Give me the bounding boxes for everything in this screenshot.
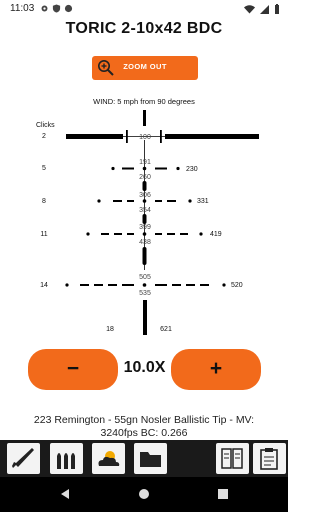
weather-icon: [98, 451, 120, 466]
ammo-icon: [57, 453, 75, 469]
yardage-label: 331: [197, 198, 209, 205]
left-tick: [126, 130, 128, 143]
bottom-post: [143, 300, 147, 335]
folder-icon: [140, 452, 161, 467]
page-title: TORIC 2-10x42 BDC: [65, 20, 223, 37]
home-icon[interactable]: [138, 488, 150, 500]
minus-label: −: [66, 357, 80, 380]
bottom-toolbar: [0, 440, 288, 477]
yardage-label: 399: [139, 224, 151, 231]
clipboard-icon: [260, 448, 278, 470]
bottom-right-label: 621: [160, 326, 172, 333]
shield-icon: [52, 4, 61, 13]
yardage-label: 100: [139, 134, 151, 141]
yardage-label: 260: [139, 174, 151, 181]
clipboard-button[interactable]: [253, 443, 286, 474]
yardage-label: 438: [139, 239, 151, 246]
back-icon[interactable]: [59, 488, 71, 500]
yardage-label: 306: [139, 192, 151, 199]
yardage-label: 230: [186, 166, 198, 173]
zoom-decrease-button[interactable]: −: [28, 349, 118, 390]
clicks-label: 8: [42, 198, 46, 205]
clicks-label: 11: [40, 231, 47, 238]
rifle-button[interactable]: [7, 443, 40, 474]
zoom-out-button[interactable]: ZOOM OUT: [92, 56, 198, 80]
columns-button[interactable]: [216, 443, 249, 474]
top-post: [143, 110, 146, 126]
yardage-label: 191: [139, 159, 151, 166]
zoom-increase-button[interactable]: +: [171, 349, 261, 390]
rifle-icon: [12, 448, 34, 468]
columns-icon: [221, 448, 243, 469]
zoom-level: 10.0X: [123, 359, 166, 376]
wind-info: WIND: 5 mph from 90 degrees: [93, 97, 195, 106]
clicks-label: 5: [42, 165, 46, 172]
clicks-label: 2: [42, 133, 46, 140]
ammo-info: 223 Remington - 55gn Nosler Ballistic Ti…: [33, 414, 255, 439]
yardage-label: 535: [139, 290, 151, 297]
yardage-label: 505: [139, 274, 151, 281]
status-time: 11:03: [10, 3, 35, 14]
battery-icon: [275, 4, 279, 14]
ammo-button[interactable]: [50, 443, 83, 474]
signal-icon: [260, 4, 269, 14]
weather-button[interactable]: [92, 443, 125, 474]
yardage-label: 354: [139, 207, 151, 214]
clicks-label: 14: [40, 282, 48, 289]
wifi-icon: [244, 4, 255, 13]
right-tick: [160, 130, 162, 143]
bottom-left-label: 18: [106, 326, 114, 333]
folder-button[interactable]: [134, 443, 167, 474]
navigation-bar: [0, 477, 288, 512]
left-heavy-post: [66, 134, 123, 139]
reticle: Clicks 2 100 5 191 230 260 8 306 331 354…: [36, 110, 259, 335]
record-icon: [64, 4, 73, 13]
gear-icon: [41, 5, 48, 12]
zoom-out-label: ZOOM OUT: [123, 62, 167, 71]
status-bar: 11:03: [0, 0, 288, 18]
yardage-label: 419: [210, 231, 222, 238]
right-heavy-post: [165, 134, 259, 139]
yardage-label: 520: [231, 282, 243, 289]
plus-label: +: [209, 357, 223, 380]
clicks-header: Clicks: [36, 122, 55, 129]
recents-icon[interactable]: [217, 488, 229, 500]
